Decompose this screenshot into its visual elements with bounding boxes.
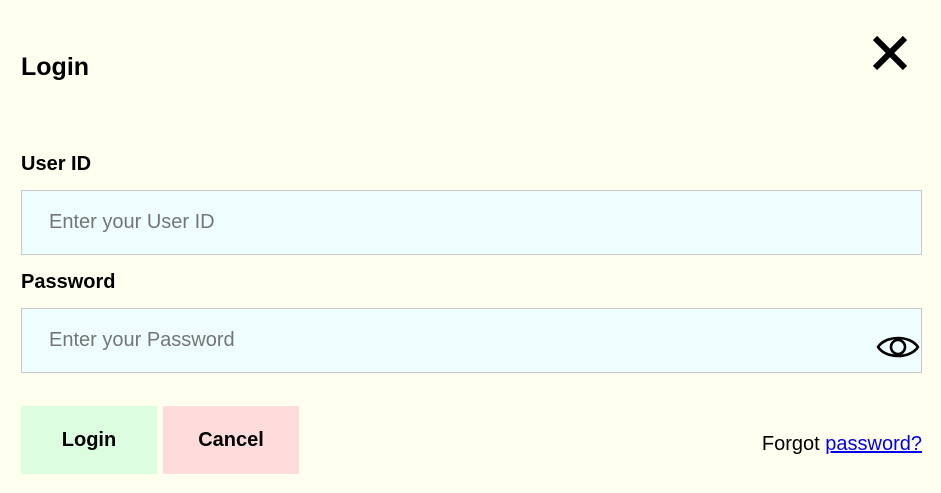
cancel-button[interactable]: Cancel (163, 406, 299, 474)
user-id-label: User ID (21, 153, 92, 175)
login-button[interactable]: Login (21, 406, 157, 474)
user-id-input[interactable] (21, 190, 922, 255)
forgot-prefix: Forgot (761, 433, 826, 455)
password-label: Password (21, 271, 116, 293)
show-password-toggle[interactable] (876, 332, 920, 362)
eye-icon (876, 332, 920, 362)
login-dialog: Login User ID Password Login Cancel Forg… (0, 0, 941, 493)
close-button[interactable] (870, 34, 910, 72)
close-icon (870, 34, 910, 72)
forgot-password: Forgot password? (762, 432, 922, 456)
password-input[interactable] (21, 308, 922, 373)
dialog-title: Login (21, 53, 90, 81)
forgot-password-link[interactable]: password? (825, 433, 922, 455)
